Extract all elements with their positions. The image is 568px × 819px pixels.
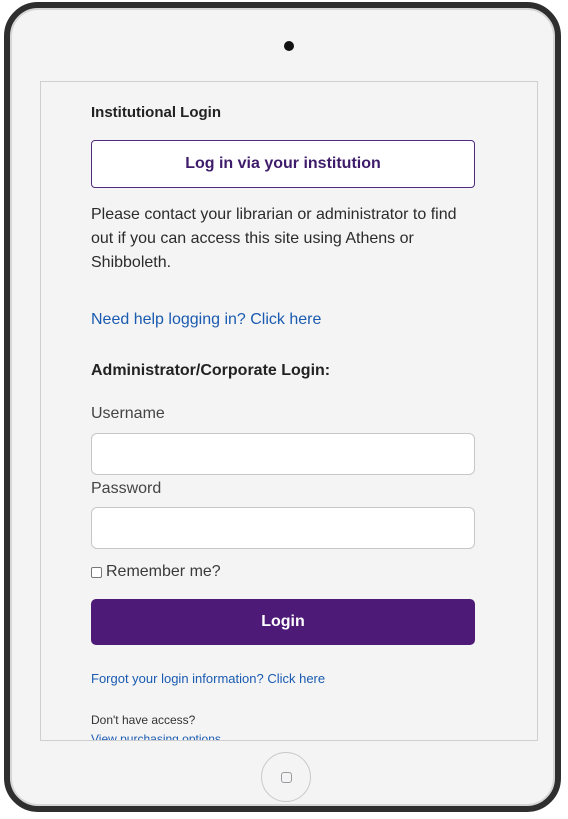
home-square-icon <box>280 771 292 783</box>
username-input[interactable] <box>91 433 475 475</box>
tablet-stage: Institutional Login Log in via your inst… <box>0 0 568 819</box>
password-label: Password <box>91 480 162 497</box>
username-label: Username <box>91 405 165 422</box>
no-access-text: Don't have access? <box>91 713 196 727</box>
access-info-text: Please contact your librarian or adminis… <box>91 206 457 271</box>
help-logging-in-link[interactable]: Need help logging in? Click here <box>91 311 321 329</box>
login-button[interactable]: Login <box>91 599 475 645</box>
camera-dot-icon <box>284 41 294 51</box>
purchasing-options-link[interactable]: View purchasing options <box>91 732 221 740</box>
home-button-icon[interactable] <box>261 752 311 802</box>
admin-login-heading: Administrator/Corporate Login: <box>91 362 331 379</box>
forgot-login-link[interactable]: Forgot your login information? Click her… <box>91 671 325 686</box>
tablet-screen: Institutional Login Log in via your inst… <box>40 81 538 741</box>
remember-me-row[interactable]: Remember me? <box>91 563 221 581</box>
password-input[interactable] <box>91 507 475 549</box>
login-via-institution-button[interactable]: Log in via your institution <box>91 140 475 188</box>
checkbox-icon[interactable] <box>91 566 102 578</box>
remember-me-label: Remember me? <box>106 563 221 580</box>
institutional-login-heading: Institutional Login <box>91 104 221 121</box>
